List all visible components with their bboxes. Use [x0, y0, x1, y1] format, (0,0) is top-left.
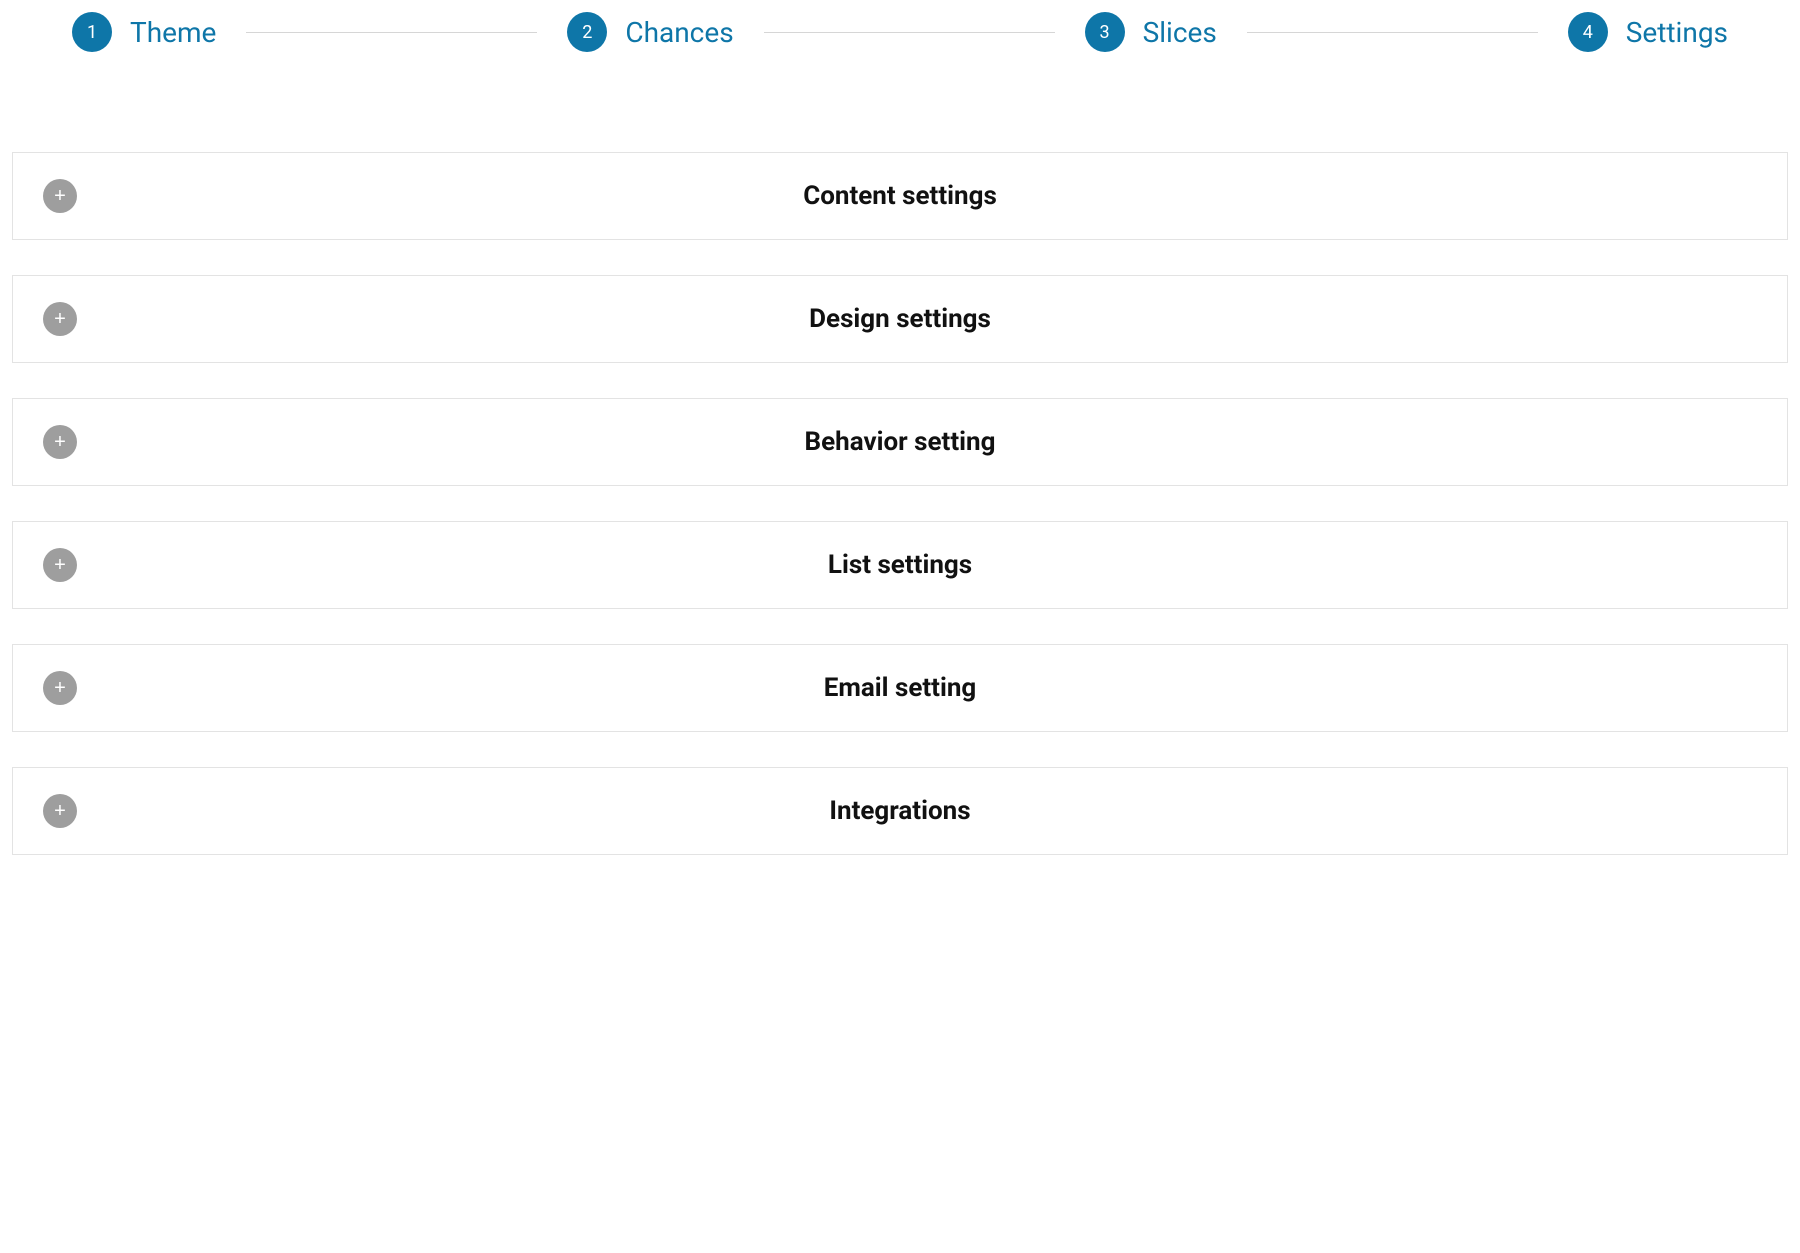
expand-symbol: +	[54, 801, 66, 821]
panel-design-settings[interactable]: + Design settings	[12, 275, 1788, 363]
step-number: 3	[1100, 22, 1110, 43]
step-number-circle: 3	[1085, 12, 1125, 52]
step-theme[interactable]: 1 Theme	[72, 12, 216, 52]
plus-icon[interactable]: +	[43, 179, 77, 213]
panel-content-settings[interactable]: + Content settings	[12, 152, 1788, 240]
panel-title: Content settings	[803, 181, 997, 211]
step-number: 2	[582, 22, 592, 43]
expand-symbol: +	[54, 309, 66, 329]
step-connector	[246, 32, 537, 33]
step-connector	[764, 32, 1055, 33]
step-label: Slices	[1143, 16, 1217, 49]
panels-list: + Content settings + Design settings + B…	[12, 152, 1788, 855]
panel-integrations[interactable]: + Integrations	[12, 767, 1788, 855]
step-number: 4	[1583, 22, 1593, 43]
plus-icon[interactable]: +	[43, 794, 77, 828]
expand-symbol: +	[54, 678, 66, 698]
plus-icon[interactable]: +	[43, 302, 77, 336]
stepper: 1 Theme 2 Chances 3 Slices 4 Settings	[12, 12, 1788, 52]
step-number-circle: 2	[567, 12, 607, 52]
panel-behavior-setting[interactable]: + Behavior setting	[12, 398, 1788, 486]
step-slices[interactable]: 3 Slices	[1085, 12, 1217, 52]
step-chances[interactable]: 2 Chances	[567, 12, 733, 52]
step-number: 1	[87, 22, 97, 43]
step-label: Settings	[1626, 16, 1728, 49]
step-label: Chances	[625, 16, 733, 49]
step-number-circle: 4	[1568, 12, 1608, 52]
panel-list-settings[interactable]: + List settings	[12, 521, 1788, 609]
expand-symbol: +	[54, 432, 66, 452]
step-label: Theme	[130, 16, 216, 49]
expand-symbol: +	[54, 186, 66, 206]
plus-icon[interactable]: +	[43, 548, 77, 582]
step-number-circle: 1	[72, 12, 112, 52]
plus-icon[interactable]: +	[43, 425, 77, 459]
panel-title: List settings	[828, 550, 972, 580]
panel-title: Integrations	[829, 796, 970, 826]
panel-title: Behavior setting	[805, 427, 996, 457]
step-connector	[1247, 32, 1538, 33]
plus-icon[interactable]: +	[43, 671, 77, 705]
panel-title: Design settings	[809, 304, 991, 334]
expand-symbol: +	[54, 555, 66, 575]
panel-title: Email setting	[824, 673, 977, 703]
panel-email-setting[interactable]: + Email setting	[12, 644, 1788, 732]
step-settings[interactable]: 4 Settings	[1568, 12, 1728, 52]
